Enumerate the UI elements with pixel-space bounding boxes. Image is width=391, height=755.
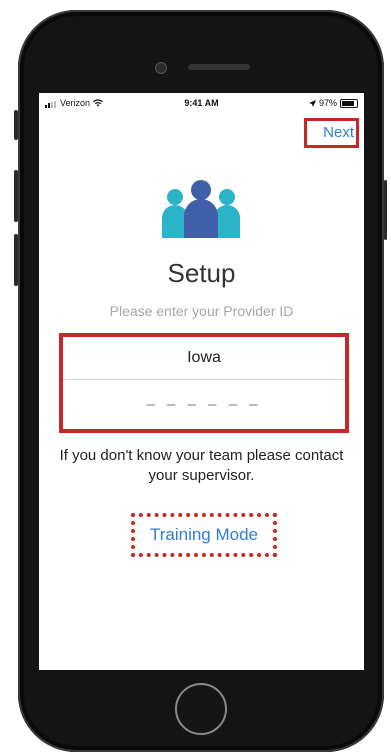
location-arrow-icon <box>308 99 316 107</box>
next-button[interactable]: Next <box>304 118 359 148</box>
earpiece-speaker <box>188 64 250 70</box>
battery-percent: 97% <box>318 98 337 108</box>
volume-down-button <box>14 234 18 286</box>
help-text: If you don't know your team please conta… <box>59 447 344 484</box>
mute-switch <box>14 110 18 140</box>
training-mode-highlight: Training Mode <box>131 513 277 557</box>
training-mode-button[interactable]: Training Mode <box>135 517 273 553</box>
status-bar: Verizon 9:41 AM 97% <box>39 93 364 113</box>
status-right: 97% <box>308 98 358 108</box>
team-people-icon <box>162 180 240 238</box>
page-subtitle: Please enter your Provider ID <box>109 303 294 319</box>
home-button[interactable] <box>175 683 227 735</box>
state-field[interactable]: Iowa <box>63 337 345 380</box>
power-button <box>384 180 387 240</box>
app-screen: Verizon 9:41 AM 97% Next Setup Please en… <box>39 93 364 670</box>
provider-form: Iowa <box>59 333 349 433</box>
provider-id-input[interactable] <box>63 380 345 429</box>
battery-icon <box>340 98 358 108</box>
front-camera <box>155 62 167 74</box>
volume-up-button <box>14 170 18 222</box>
page-title: Setup <box>167 258 236 288</box>
